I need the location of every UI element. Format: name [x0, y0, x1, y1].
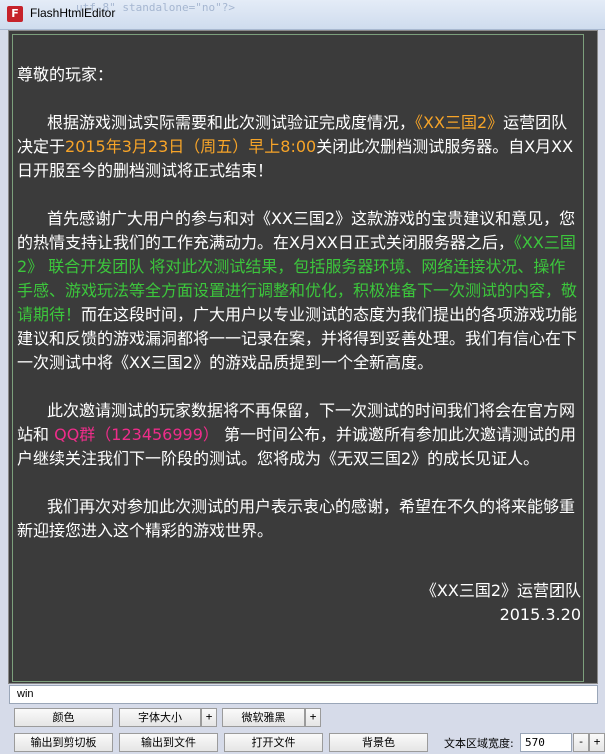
window-title: FlashHtmlEditor: [30, 6, 116, 20]
p2-text-1: 首先感谢广大用户的参与和对《XX三国2》这款游戏的宝贵建议和意见，您的热情支持让…: [17, 209, 576, 252]
html-source-input[interactable]: win: [9, 685, 598, 704]
rich-text-editor[interactable]: 尊敬的玩家： 根据游戏测试实际需要和此次测试验证完成度情况，《XX三国2》运营团…: [12, 34, 584, 682]
font-family-button[interactable]: 微软雅黑: [222, 708, 305, 727]
paragraph-4: 我们再次对参加此次测试的用户表示衷心的感谢，希望在不久的将来能够重新迎接您进入这…: [17, 497, 576, 540]
p2-text-3: 而在这段时间，广大用户以专业测试的态度为我们提出的各项游戏功能建议和反馈的游戏漏…: [17, 305, 578, 372]
paragraph-3: 此次邀请测试的玩家数据将不再保留，下一次测试的时间我们将会在官方网站和 QQ群（…: [17, 399, 581, 471]
paragraph-1: 根据游戏测试实际需要和此次测试验证完成度情况，《XX三国2》运营团队决定于201…: [17, 111, 581, 183]
app-logo-icon: F: [7, 6, 23, 22]
title-bar: F utf-8" standalone="no"?> FlashHtmlEdit…: [0, 0, 605, 30]
p1-text-1: 根据游戏测试实际需要和此次测试验证完成度情况，: [47, 113, 416, 132]
export-clipboard-button[interactable]: 输出到剪切板: [14, 733, 113, 752]
greeting-text: 尊敬的玩家：: [17, 65, 114, 84]
text-width-input[interactable]: 570: [520, 733, 572, 752]
font-size-plus-button[interactable]: +: [201, 708, 217, 727]
export-file-button[interactable]: 输出到文件: [119, 733, 218, 752]
width-increase-button[interactable]: +: [589, 733, 605, 752]
p1-close-date: 2015年3月23日（周五）早上8:00: [65, 137, 317, 156]
open-file-button[interactable]: 打开文件: [224, 733, 323, 752]
p3-qq-group: QQ群（123456999）: [54, 425, 219, 444]
background-color-button[interactable]: 背景色: [329, 733, 428, 752]
editor-frame: 尊敬的玩家： 根据游戏测试实际需要和此次测试验证完成度情况，《XX三国2》运营团…: [8, 30, 598, 684]
font-size-button[interactable]: 字体大小: [119, 708, 201, 727]
font-family-plus-button[interactable]: +: [305, 708, 321, 727]
color-button[interactable]: 颜色: [14, 708, 113, 727]
p1-game-title: 《XX三国2》: [415, 113, 504, 132]
signature-date: 2015.3.20: [499, 605, 581, 624]
text-width-label: 文本区域宽度:: [444, 737, 514, 750]
width-decrease-button[interactable]: -: [573, 733, 589, 752]
paragraph-2: 首先感谢广大用户的参与和对《XX三国2》这款游戏的宝贵建议和意见，您的热情支持让…: [17, 207, 581, 375]
signature-team: 《XX三国2》运营团队: [420, 581, 581, 600]
